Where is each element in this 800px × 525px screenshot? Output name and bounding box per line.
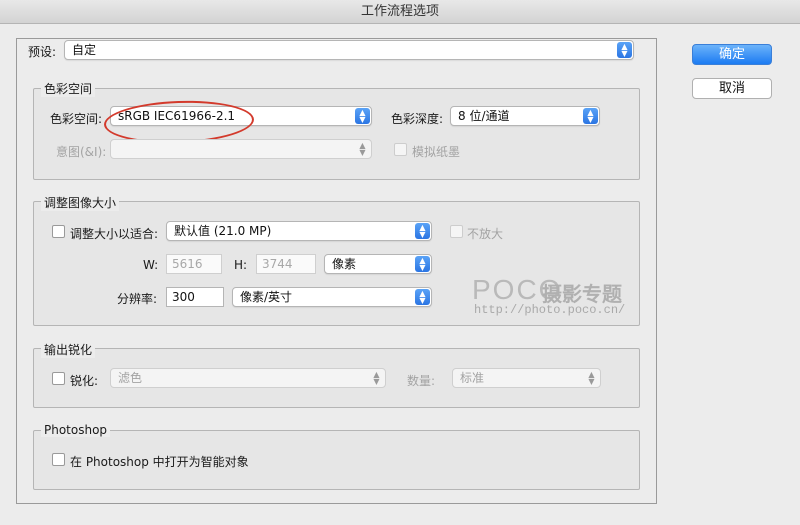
width-input[interactable]: 5616 <box>166 254 222 274</box>
amount-value: 标准 <box>460 371 485 385</box>
smart-object-checkbox[interactable] <box>52 453 65 466</box>
preset-value: 自定 <box>72 43 97 57</box>
size-unit-select[interactable]: 像素 ▲ ▼ <box>324 254 432 274</box>
preset-label: 预设: <box>28 45 57 59</box>
smart-object-label: 在 Photoshop 中打开为智能对象 <box>70 455 249 469</box>
watermark-url: http://photo.poco.cn/ <box>474 303 626 317</box>
preset-select[interactable]: 自定 ▲ ▼ <box>64 40 634 60</box>
photoshop-group-title: Photoshop <box>41 423 111 437</box>
updown-arrows-icon: ▲ ▼ <box>359 141 366 157</box>
no-enlarge-checkbox[interactable] <box>450 225 463 238</box>
updown-arrows-icon: ▲ ▼ <box>415 289 430 305</box>
intent-label: 意图(&I): <box>56 145 107 159</box>
intent-select[interactable]: ▲ ▼ <box>110 139 372 159</box>
simulate-paper-label: 模拟纸墨 <box>412 145 461 159</box>
ok-button[interactable]: 确定 <box>692 44 772 65</box>
resize-group-title: 调整图像大小 <box>41 194 120 211</box>
sharpen-select[interactable]: 滤色 ▲ ▼ <box>110 368 386 388</box>
color-depth-label: 色彩深度: <box>391 112 444 126</box>
color-space-group-title: 色彩空间 <box>41 80 96 97</box>
amount-label: 数量: <box>407 374 436 388</box>
color-space-label: 色彩空间: <box>50 112 103 126</box>
color-depth-select[interactable]: 8 位/通道 ▲ ▼ <box>450 106 600 126</box>
height-label: H: <box>234 258 248 272</box>
height-input[interactable]: 3744 <box>256 254 316 274</box>
updown-arrows-icon: ▲ ▼ <box>617 42 632 58</box>
width-label: W: <box>143 258 159 272</box>
resolution-input[interactable]: 300 <box>166 287 224 307</box>
resize-fit-label: 调整大小以适合: <box>70 227 159 241</box>
updown-arrows-icon: ▲ ▼ <box>588 370 595 386</box>
resolution-unit-select[interactable]: 像素/英寸 ▲ ▼ <box>232 287 432 307</box>
updown-arrows-icon: ▲ ▼ <box>373 370 380 386</box>
cancel-button[interactable]: 取消 <box>692 78 772 99</box>
sharpen-checkbox[interactable] <box>52 372 65 385</box>
simulate-paper-checkbox[interactable] <box>394 143 407 156</box>
sharpen-value: 滤色 <box>118 371 143 385</box>
amount-select[interactable]: 标准 ▲ ▼ <box>452 368 601 388</box>
resize-fit-value: 默认值 (21.0 MP) <box>174 224 272 238</box>
no-enlarge-label: 不放大 <box>467 227 504 241</box>
sharpen-label: 锐化: <box>70 374 99 388</box>
size-unit-value: 像素 <box>332 257 357 271</box>
resize-fit-checkbox[interactable] <box>52 225 65 238</box>
sharpen-group-title: 输出锐化 <box>41 341 96 358</box>
color-depth-value: 8 位/通道 <box>458 109 510 123</box>
updown-arrows-icon: ▲ ▼ <box>583 108 598 124</box>
updown-arrows-icon: ▲ ▼ <box>415 223 430 239</box>
updown-arrows-icon: ▲ ▼ <box>355 108 370 124</box>
resolution-unit-value: 像素/英寸 <box>240 290 293 304</box>
updown-arrows-icon: ▲ ▼ <box>415 256 430 272</box>
window-title: 工作流程选项 <box>0 0 800 24</box>
resize-fit-select[interactable]: 默认值 (21.0 MP) ▲ ▼ <box>166 221 432 241</box>
resolution-label: 分辨率: <box>117 292 158 306</box>
